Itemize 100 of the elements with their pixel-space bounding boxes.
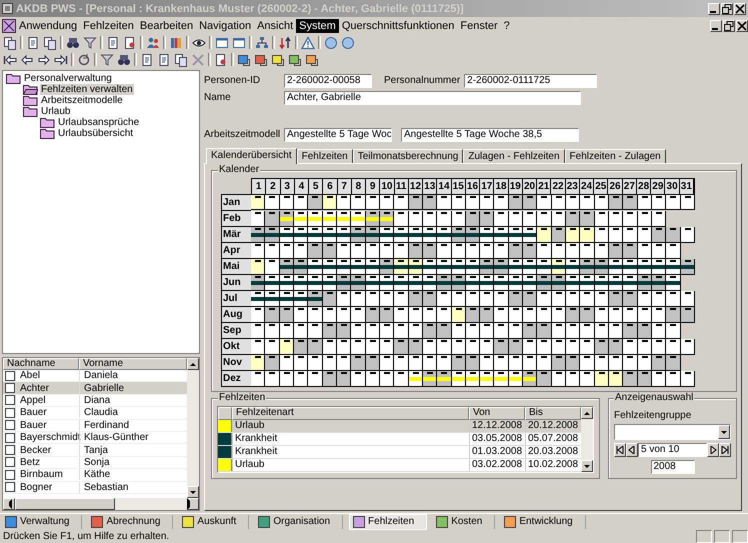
month-label: Feb — [221, 211, 251, 227]
month-label: Aug — [221, 307, 251, 323]
last-name-cell: Achter — [15, 382, 79, 394]
work-model-name-field[interactable]: Angestellte 5 Tage Woche 38,5 — [401, 128, 579, 142]
day-number: 17 — [480, 179, 494, 194]
day-number: 11 — [394, 179, 409, 194]
record-field[interactable]: 5 von 10 — [638, 443, 707, 457]
month-label: Mär — [221, 227, 251, 243]
tab[interactable]: Kalenderübersicht — [206, 148, 297, 164]
day-number: 31 — [680, 179, 694, 194]
menu-item[interactable]: Querschnittsfunktionen — [338, 18, 458, 32]
menu-item[interactable]: ? — [500, 18, 513, 32]
from-date-cell: 12.12.2008 — [469, 420, 525, 432]
month-label: Jun — [221, 275, 251, 291]
tree-item[interactable]: Fehlzeiten verwalten — [40, 84, 134, 95]
column-header[interactable]: Fehlzeitenart — [232, 407, 469, 420]
absence-type-cell: Urlaub — [232, 459, 469, 471]
last-name-cell: Bayerschmidt — [15, 432, 79, 444]
tree-item[interactable]: Personalverwaltung — [23, 73, 113, 84]
absence-row[interactable]: Krankheit 03.05.2008 05.07.2008 — [218, 433, 581, 446]
person-id-field[interactable]: 2-260002-00058 — [284, 74, 372, 88]
module-tab[interactable]: Kosten — [433, 514, 496, 528]
tree-item[interactable]: Urlaubsübersicht — [57, 128, 134, 139]
person-row[interactable]: Achter Gabrielle — [3, 382, 187, 395]
module-tab[interactable]: Verwaltung — [2, 514, 82, 528]
name-field[interactable]: Achter, Gabrielle — [284, 90, 581, 104]
person-row[interactable]: Bauer Ferdinand — [3, 420, 187, 432]
personnel-number-field[interactable]: 2-260002-0111725 — [464, 74, 598, 88]
menu-item[interactable]: Bearbeiten — [136, 18, 196, 32]
day-number: 25 — [594, 179, 608, 194]
tab[interactable]: Teilmonatsberechnung — [352, 149, 464, 163]
month-label: Okt — [221, 339, 251, 355]
module-tab[interactable]: Organisation — [255, 514, 344, 528]
day-number: 13 — [423, 179, 438, 194]
column-header[interactable]: Von — [469, 407, 525, 420]
menu-item[interactable]: Fehlzeiten — [80, 18, 137, 32]
day-number: 30 — [665, 179, 680, 194]
tab[interactable]: Fehlzeiten - Zulagen — [564, 149, 666, 163]
year-field[interactable]: 2008 — [650, 460, 694, 474]
day-number: 1 — [252, 179, 266, 194]
month-label: Sep — [221, 323, 251, 339]
tree-item[interactable]: Arbeitszeitmodelle — [40, 95, 124, 106]
module-tab[interactable]: Abrechnung — [88, 514, 174, 528]
field-label: Arbeitszeitmodell — [204, 129, 282, 140]
day-number: 18 — [494, 179, 509, 194]
absence-type-cell: Krankheit — [232, 446, 469, 458]
last-name-cell: Bauer — [15, 407, 79, 418]
last-name-cell: Birnbaum — [15, 469, 79, 480]
person-row[interactable]: Appel Diana — [3, 394, 187, 408]
menu-item[interactable]: Fenster — [457, 18, 501, 32]
day-number: 19 — [508, 179, 523, 194]
module-tab[interactable]: Auskunft — [179, 514, 250, 528]
column-header[interactable]: Vorname — [79, 358, 187, 370]
day-number: 9 — [366, 179, 380, 194]
menu-item[interactable]: Anwendung — [16, 18, 80, 32]
day-number: 10 — [380, 179, 395, 194]
person-row[interactable]: Bauer Claudia — [3, 407, 187, 420]
absence-row[interactable]: Urlaub 12.12.2008 20.12.2008 — [218, 420, 581, 433]
day-number: 3 — [280, 179, 295, 194]
field-label: Name — [204, 92, 232, 103]
day-number: 21 — [537, 179, 552, 194]
day-number: 12 — [408, 179, 424, 194]
from-date-cell: 01.03.2008 — [469, 446, 525, 458]
module-tab[interactable]: Fehlzeiten — [349, 514, 428, 530]
from-date-cell: 03.02.2008 — [469, 459, 525, 471]
menu-item[interactable]: Navigation — [196, 18, 254, 32]
day-number: 16 — [466, 179, 480, 194]
menu-item[interactable]: Ansicht — [254, 18, 296, 32]
person-row[interactable]: Bogner Sebastian — [3, 482, 187, 494]
column-header[interactable]: Nachname — [3, 358, 79, 370]
month-label: Jan — [221, 194, 251, 211]
field-label: Fehlzeitengruppe — [614, 409, 692, 421]
day-number: 7 — [338, 179, 352, 194]
day-number: 8 — [352, 179, 366, 194]
column-header[interactable]: Bis — [525, 407, 581, 420]
status-text: Drücken Sie F1, um Hilfe zu erhalten. — [3, 530, 170, 542]
person-row[interactable]: Becker Tanja — [3, 444, 187, 457]
absence-type-cell: Krankheit — [232, 433, 469, 445]
module-tab[interactable]: Entwicklung — [501, 514, 586, 528]
tree-item[interactable]: Urlaub — [40, 106, 72, 117]
tree-item[interactable]: Urlaubsansprüche — [57, 117, 140, 128]
group-title: Anzeigenauswahl — [614, 392, 694, 403]
menu-item[interactable]: System — [296, 18, 339, 32]
tab[interactable]: Fehlzeiten — [296, 149, 353, 163]
tab[interactable]: Zulagen - Fehlzeiten — [463, 149, 565, 163]
person-row[interactable]: Betz Sonja — [3, 456, 187, 470]
absence-row[interactable]: Urlaub 03.02.2008 10.02.2008 — [218, 459, 581, 472]
person-row[interactable]: Birnbaum Käthe — [3, 469, 187, 482]
month-label: Dez — [221, 371, 251, 387]
last-name-cell: Becker — [15, 444, 79, 456]
person-row[interactable]: Bayerschmidt Klaus-Günther — [3, 432, 187, 444]
absence-row[interactable]: Krankheit 01.03.2008 20.03.2008 — [218, 446, 581, 459]
day-number: 5 — [309, 179, 324, 194]
work-model-code-field[interactable]: Angestellte 5 Tage Woc — [284, 128, 392, 142]
day-number: 6 — [323, 179, 338, 194]
day-number: 26 — [608, 179, 623, 194]
last-name-cell: Appel — [15, 394, 79, 406]
month-label: Jul — [221, 291, 251, 307]
day-number: 23 — [566, 179, 580, 194]
field-label: Personen-ID — [204, 75, 262, 86]
